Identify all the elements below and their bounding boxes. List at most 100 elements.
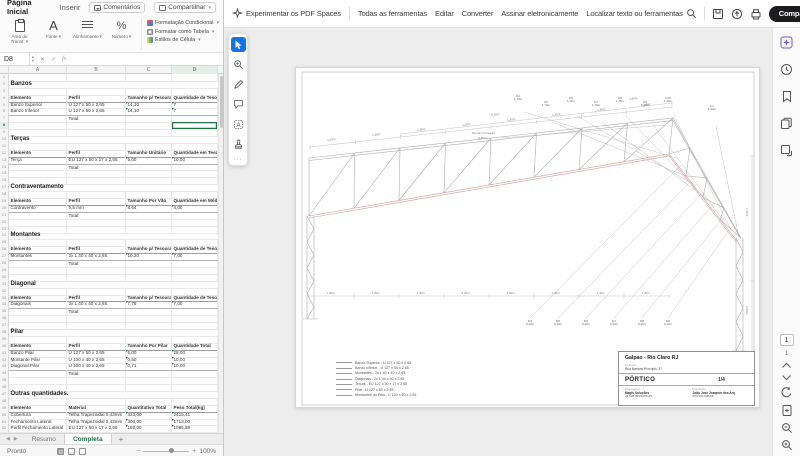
next-page-icon[interactable] (781, 374, 792, 381)
zoom-slider[interactable] (143, 451, 189, 452)
cell-A31[interactable]: Diagonal (9, 281, 67, 289)
select-tool[interactable] (231, 37, 246, 52)
history-icon[interactable] (780, 62, 794, 76)
page-number-input[interactable]: 1 (780, 334, 794, 346)
conditional-formatting-button[interactable]: Formatação Condicional (147, 20, 219, 26)
zoom-level[interactable]: 100% (199, 448, 216, 455)
draw-tool[interactable] (231, 77, 246, 92)
dimension-callout: M70,40m (610, 320, 618, 327)
format-as-table-button[interactable]: Formatar como Tabela (147, 29, 219, 35)
dimension-label: 1,40m (642, 292, 650, 295)
dimension-callout: D81,45m (616, 97, 624, 104)
cell-A47[interactable]: Outras quantidades. (9, 391, 67, 399)
fit-page-icon[interactable] (781, 404, 793, 417)
number-group[interactable]: % Número (107, 17, 136, 40)
sheet-row: 2Banzos (0, 81, 223, 88)
title-block: Galpao - Rio Claro RJ Endereço: Rua Mari… (618, 351, 755, 406)
excel-ribbon-tabs: Página Inicial Inserir Comentários Compa… (0, 0, 223, 15)
palette-more-icon[interactable]: ··· (234, 157, 243, 162)
pdf-spaces-button[interactable]: Experimentar os PDF Spaces (232, 8, 341, 19)
cell-C52[interactable]: 180,00 (126, 425, 172, 433)
sheet-row: 46 (0, 384, 223, 391)
clipboard-icon (15, 20, 25, 32)
zoom-in-sign[interactable]: + (192, 448, 196, 455)
enter-icon[interactable]: ✓ (48, 56, 59, 63)
pages-icon[interactable] (780, 116, 794, 130)
previous-page-icon[interactable] (781, 362, 792, 369)
prev-sheet-icon[interactable]: ◀ (6, 436, 10, 442)
name-box[interactable]: D8 (0, 53, 30, 65)
tab-inserir[interactable]: Inserir (60, 1, 81, 14)
pdf-viewer: Experimentar os PDF Spaces Todas as ferr… (224, 0, 800, 456)
sheet-row: 49ElementoMaterialQuantitativo TotalPeso… (0, 405, 223, 412)
edit-menu[interactable]: Editar (435, 9, 454, 18)
sheet-tab-resumo[interactable]: Resumo (24, 434, 64, 444)
toolbar-divider (349, 7, 350, 20)
sheet-row: 30 (0, 274, 223, 281)
sheet-row: 13TerçaEU 127 x 50 x 17 x 2,655,0010,00 (0, 157, 223, 164)
convert-menu[interactable]: Converter (462, 9, 494, 18)
normal-view-icon[interactable] (57, 448, 64, 455)
cell-A24[interactable]: Montantes (9, 232, 67, 240)
sheet-nav-arrows[interactable]: ◀ ▶ (0, 434, 24, 444)
add-sheet-button[interactable]: + (112, 434, 131, 444)
page-break-icon[interactable] (79, 448, 86, 455)
pdf-page[interactable]: D41,70mD51,70mD61,45mD71,70mD81,45mD91,4… (295, 67, 760, 408)
font-group[interactable]: A Fonte (39, 17, 68, 40)
sheet-tab-completa[interactable]: Completa (64, 434, 112, 444)
pdf-share-button[interactable]: Compartilhar (769, 6, 800, 22)
zoom-tool[interactable] (231, 57, 246, 72)
print-icon[interactable] (750, 8, 762, 20)
zoom-out-icon[interactable] (781, 422, 793, 434)
fx-icon[interactable]: fx (59, 56, 69, 62)
next-sheet-icon[interactable]: ▶ (14, 436, 18, 442)
zoom-knob[interactable] (169, 448, 174, 453)
dimension-callout: D51,70m (542, 101, 550, 108)
spreadsheet-grid[interactable]: 12Banzos34ElementoPerfilTamanho p/ Tesou… (0, 74, 223, 433)
cell-A52[interactable]: Perfil Fechamento Lateral (9, 425, 67, 433)
save-icon[interactable] (712, 8, 724, 20)
page-total: 1 (785, 351, 788, 357)
excel-share-button[interactable]: Compartilhar (154, 2, 216, 13)
cell-D52[interactable]: 1085,89 (172, 425, 218, 433)
upload-icon[interactable] (731, 8, 743, 20)
comment-tool[interactable] (231, 97, 246, 112)
app-root: Página Inicial Inserir Comentários Compa… (0, 0, 800, 456)
cell-A10[interactable]: Terças (9, 136, 67, 144)
zoom-in-icon[interactable] (781, 439, 793, 451)
clipboard-group[interactable]: Área de Transf. (5, 17, 34, 45)
dimension-callout: D101,45m (664, 97, 672, 104)
sheet-row: 27Montantes2x L 40 x 40 x 2,6510,207,00 (0, 253, 223, 260)
add-text-tool[interactable]: A (231, 117, 246, 132)
dimension-callout: D61,45m (567, 97, 575, 104)
dimension-callout: M40,40m (526, 320, 534, 327)
sheet-row: 9 (0, 129, 223, 136)
alignment-group[interactable]: Alinhamento (73, 17, 102, 40)
page-layout-icon[interactable] (68, 448, 75, 455)
zoom-out-sign[interactable]: − (136, 448, 140, 455)
cell-A2[interactable]: Banzos (9, 81, 67, 89)
text-box-icon: A (233, 119, 244, 130)
cell-A38[interactable]: Pilar (9, 329, 67, 337)
esign-menu[interactable]: Assinar eletronicamente (501, 9, 578, 18)
row-number[interactable]: 52 (0, 425, 9, 433)
cell-B52[interactable]: EU 127 x 50 x 17 x 2,65 (67, 425, 126, 433)
rotate-icon[interactable] (780, 386, 793, 399)
cell-styles-button[interactable]: Estilos de Célula (147, 37, 219, 43)
ai-assistant-icon[interactable] (780, 35, 794, 49)
comments-button[interactable]: Comentários (89, 2, 145, 13)
cell-A17[interactable]: Contraventamento (9, 184, 67, 192)
sheet-row: 39 (0, 336, 223, 343)
convert-icon[interactable] (780, 143, 794, 157)
sheet-row: 19ElementoPerfilTamanho Por VãoQuantidad… (0, 198, 223, 205)
stamp-tool[interactable] (231, 137, 246, 152)
bookmark-icon[interactable] (780, 89, 794, 103)
search-button[interactable]: Localizar texto ou ferramentas (586, 8, 696, 19)
excel-vertical-scrollbar[interactable] (218, 74, 223, 433)
all-tools-menu[interactable]: Todas as ferramentas (358, 9, 427, 18)
name-box-stepper[interactable]: ▲▼ (30, 53, 37, 65)
cancel-icon[interactable]: ✕ (37, 56, 48, 63)
zoom-control: − + 100% (136, 448, 216, 455)
project-title: Galpao - Rio Claro RJ (619, 352, 754, 361)
cursor-icon (234, 40, 243, 50)
